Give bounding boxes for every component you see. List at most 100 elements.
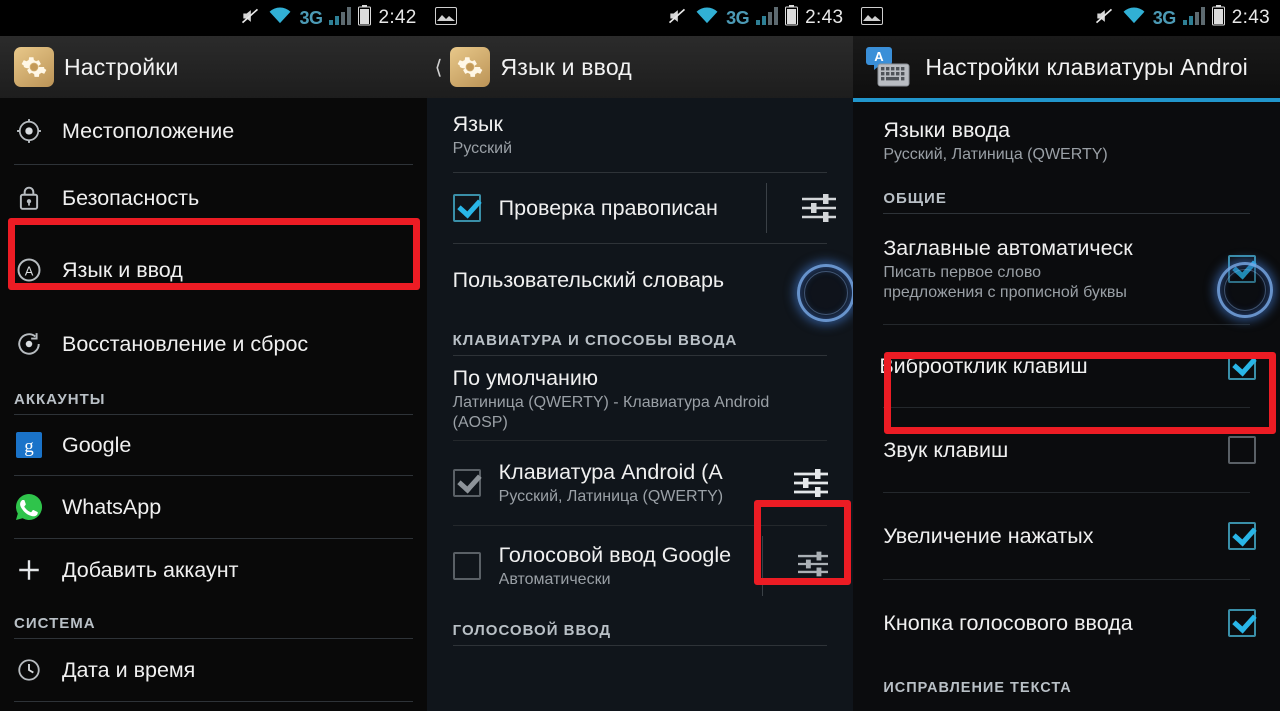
sliders-icon[interactable] [799, 191, 839, 225]
mute-icon [666, 6, 688, 31]
list-item-security[interactable]: Безопасность [0, 165, 427, 231]
list-item-language[interactable]: Язык Русский [427, 98, 854, 172]
lock-icon [14, 185, 44, 211]
section-header-text-correction: ИСПРАВЛЕНИЕ ТЕКСТА [883, 680, 1072, 696]
battery-icon [785, 5, 799, 31]
section-header-voice-input: ГОЛОСОВОЙ ВВОД [452, 622, 612, 639]
status-bar: 3G 2:43 [426, 0, 854, 36]
status-bar: 3G 2:42 [0, 0, 427, 36]
list-item-label: Проверка правописан [498, 195, 718, 220]
divider [14, 701, 413, 702]
list-item-sub: Латиница (QWERTY) - Клавиатура Android (… [452, 394, 770, 431]
list-item-label: Добавить аккаунт [62, 557, 239, 582]
list-item-sound-on-keypress[interactable]: Звук клавиш [853, 408, 1280, 492]
svg-text:g: g [24, 436, 34, 457]
location-icon [14, 118, 44, 144]
list-item-popup-on-keypress[interactable]: Увеличение нажатых [853, 493, 1280, 579]
list-item-default-keyboard[interactable]: По умолчанию Латиница (QWERTY) - Клавиат… [427, 356, 854, 440]
list-item-sub: Русский, Латиница (QWERTY) [883, 145, 1108, 163]
popup-on-keypress-checkbox[interactable] [1227, 522, 1256, 550]
restore-reset-icon [14, 331, 44, 357]
auto-capitalization-checkbox[interactable] [1227, 255, 1256, 283]
settings-gear-icon [14, 47, 54, 87]
list-item-text: Голосовой ввод Google Автоматически [499, 543, 741, 590]
settings-list: Местоположение Безопасность A Язык и вво… [0, 98, 427, 702]
clock-time: 2:42 [378, 7, 417, 28]
list-item-backup-reset[interactable]: Восстановление и сброс [0, 311, 427, 377]
sliders-icon[interactable] [791, 466, 831, 500]
status-bar-right: 3G 2:43 [666, 5, 843, 31]
list-item-input-languages[interactable]: Языки ввода Русский, Латиница (QWERTY) [853, 102, 1280, 180]
app-bar: A Настройки клавиатуры Androi [853, 36, 1280, 98]
app-bar-title: Настройки [64, 53, 179, 80]
list-item-android-keyboard[interactable]: Клавиатура Android (A Русский, Латиница … [427, 441, 854, 525]
network-type-label: 3G [726, 7, 750, 28]
clock-time: 2:43 [805, 7, 844, 28]
app-bar-title: Язык и ввод [500, 53, 632, 80]
network-type-label: 3G [1152, 7, 1177, 28]
clock-time: 2:43 [1231, 7, 1270, 28]
list-item-label: Дата и время [62, 657, 196, 682]
app-bar: Настройки [0, 36, 427, 98]
status-bar-right: 3G 2:43 [1093, 5, 1270, 31]
spell-checker-checkbox[interactable] [452, 194, 481, 222]
divider-vertical [762, 536, 764, 596]
list-item-vibrate-on-keypress[interactable]: Виброотклик клавиш [853, 325, 1280, 407]
list-item-text: Язык Русский [453, 112, 840, 159]
android-keyboard-icon: A [865, 46, 911, 88]
list-item-label: Язык [452, 111, 503, 136]
section-header-accounts: АККАУНТЫ [14, 391, 106, 408]
sound-on-keypress-checkbox[interactable] [1227, 436, 1256, 464]
list-item-auto-capitalization[interactable]: Заглавные автоматическ Писать первое сло… [853, 214, 1280, 324]
list-item-google-voice-typing[interactable]: Голосовой ввод Google Автоматически [427, 526, 854, 606]
status-bar: 3G 2:43 [853, 0, 1280, 36]
list-item-sub: Писать первое слово предложения с пропис… [883, 263, 1127, 301]
three-panel-screenshot-collage: 3G 2:42 Настройки Местоположение Безопас… [0, 0, 1280, 711]
list-item-label: Заглавные автоматическ [883, 235, 1133, 260]
signal-icon [1182, 6, 1205, 30]
list-item-label: Звук клавиш [883, 437, 1009, 462]
list-item-label: Пользовательский словарь [452, 267, 725, 292]
wifi-icon [268, 6, 292, 30]
svg-text:A: A [25, 263, 34, 278]
list-item-date-time[interactable]: Дата и время [0, 639, 427, 701]
sliders-icon[interactable] [795, 549, 835, 583]
google-voice-typing-checkbox[interactable] [452, 552, 481, 580]
list-item-label: WhatsApp [62, 494, 162, 519]
app-bar-title: Настройки клавиатуры Androi [925, 53, 1248, 80]
language-input-list: Язык Русский Проверка правописан Пользов… [427, 98, 854, 646]
wifi-icon [695, 6, 719, 30]
add-account-button[interactable]: Добавить аккаунт [0, 539, 427, 601]
list-item-label: Виброотклик клавиш [879, 353, 1088, 378]
list-item-location[interactable]: Местоположение [0, 98, 427, 164]
google-icon: g [14, 432, 44, 458]
mute-icon [1093, 6, 1115, 31]
back-chevron-icon[interactable]: ⟨ [435, 55, 443, 80]
list-item-label: Восстановление и сброс [62, 331, 309, 356]
mute-icon [239, 6, 261, 31]
list-item-label: Язык и ввод [62, 257, 183, 282]
list-item-text: Клавиатура Android (A Русский, Латиница … [499, 460, 774, 507]
list-item-spell-checker[interactable]: Проверка правописан [427, 173, 854, 243]
signal-icon [329, 6, 352, 30]
clock-icon [14, 657, 44, 683]
panel-android-keyboard-settings: 3G 2:43 A Настройки клавиатуры Androi Яз… [853, 0, 1280, 711]
list-item-whatsapp[interactable]: WhatsApp [0, 476, 427, 538]
voice-input-key-checkbox[interactable] [1227, 609, 1256, 637]
list-item-label: Google [62, 432, 132, 457]
vibrate-on-keypress-checkbox[interactable] [1227, 352, 1256, 380]
battery-icon [358, 5, 372, 31]
screenshot-icon [861, 6, 884, 30]
app-bar: ⟨ Язык и ввод [426, 36, 854, 98]
list-item-sub: Русский [452, 139, 513, 157]
panel-language-and-input: 3G 2:43 ⟨ Язык и ввод Язык Русский Прове… [426, 0, 854, 711]
list-item-google[interactable]: g Google [0, 415, 427, 475]
list-item-label: По умолчанию [452, 366, 599, 390]
section-header-keyboard-input-methods: КЛАВИАТУРА И СПОСОБЫ ВВОДА [452, 332, 738, 349]
list-item-voice-input-key[interactable]: Кнопка голосового ввода [853, 580, 1280, 666]
list-item-text: Заглавные автоматическ Писать первое сло… [883, 236, 1210, 302]
sidebar-item-language-input[interactable]: A Язык и ввод [0, 235, 427, 305]
list-item-personal-dictionary[interactable]: Пользовательский словарь [427, 244, 854, 316]
android-keyboard-checkbox[interactable] [452, 469, 481, 497]
list-item-text: Языки ввода Русский, Латиница (QWERTY) [883, 118, 1266, 165]
